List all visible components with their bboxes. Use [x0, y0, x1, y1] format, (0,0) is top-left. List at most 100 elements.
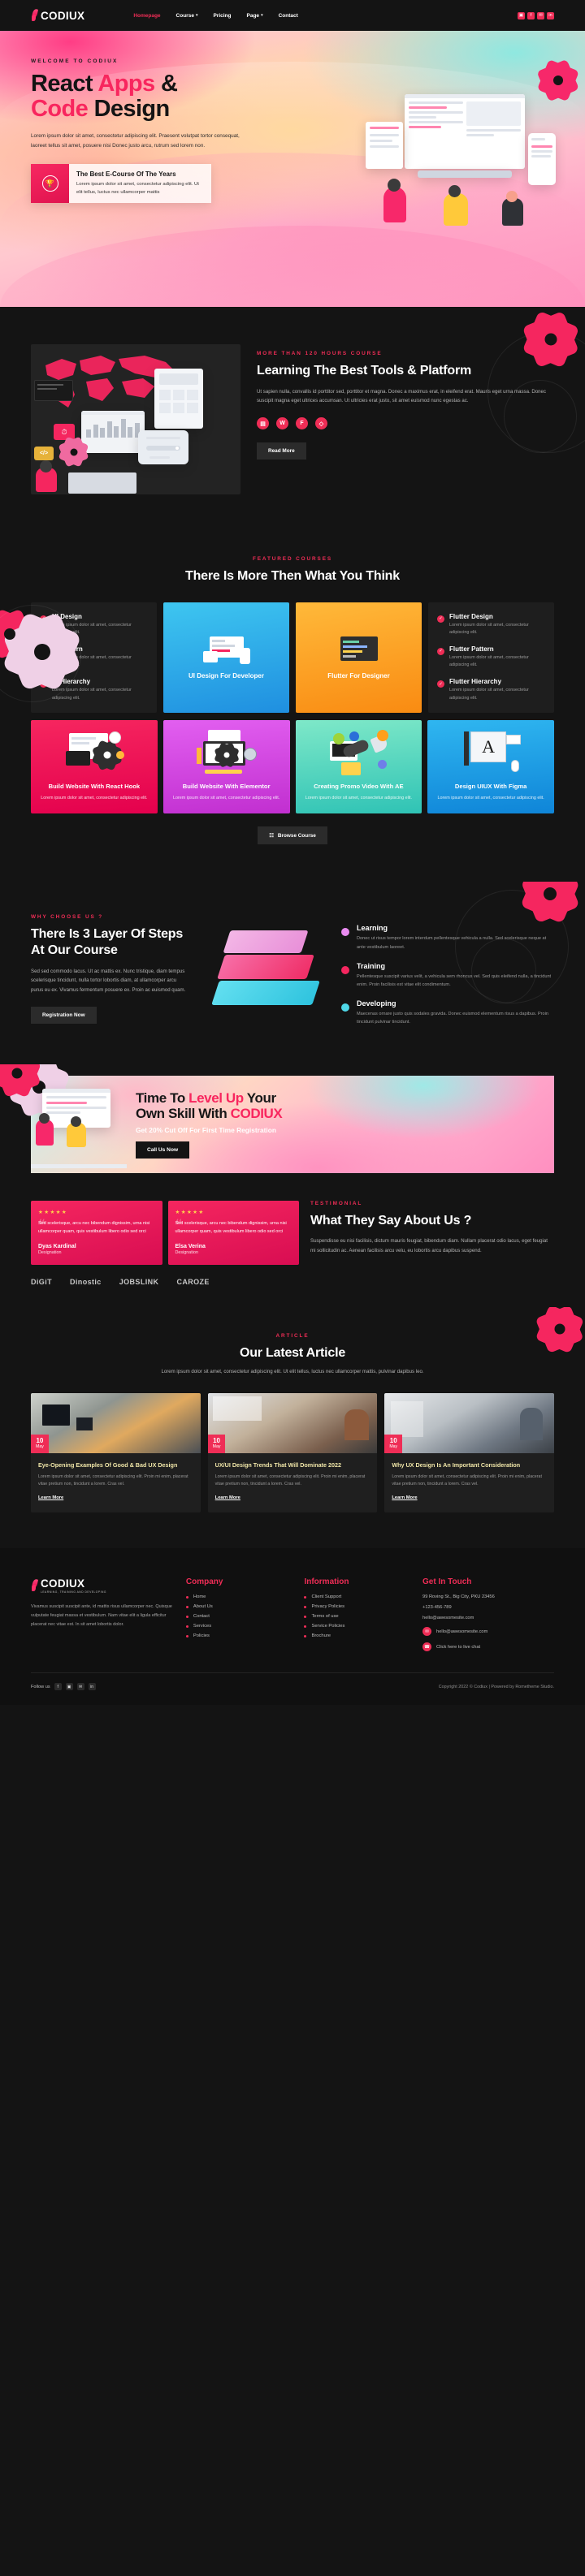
course-title: Flutter Pattern — [449, 645, 494, 653]
linkedin-icon[interactable]: in — [88, 1683, 96, 1691]
layers-illustration — [205, 927, 327, 1033]
footer-link-label: Client Support — [311, 1594, 342, 1600]
footer-contact: Get In Touch 99 Roving St., Big City, PK… — [422, 1577, 554, 1652]
learning-illustration: ⏱ </> — [31, 344, 240, 494]
article-month: May — [212, 1443, 221, 1449]
facebook-icon[interactable]: f — [54, 1683, 62, 1691]
footer-link-policies[interactable]: Policies — [185, 1633, 292, 1638]
course-card[interactable]: Build Website With Elementor Lorem ipsum… — [162, 720, 290, 814]
card-illustration — [64, 730, 124, 775]
cta-line2b: CODIUX — [230, 1106, 283, 1122]
learn-more-link[interactable]: Learn More — [392, 1495, 417, 1500]
why-text: WHY CHOOSE US ? There Is 3 Layer Of Step… — [31, 914, 190, 1025]
footer-logo[interactable]: CODIUX LEARNING, TRAINING AND DEVELOPING — [31, 1577, 173, 1594]
footer-email-link[interactable]: ✉ hello@awesomesite.com — [422, 1627, 554, 1637]
footer-phone: +123-456-789 — [422, 1605, 452, 1611]
nav-item-page[interactable]: Page ▾ — [247, 13, 263, 19]
article-month: May — [36, 1443, 44, 1449]
footer-address: 99 Roving St., Big City, PKU 23456 — [422, 1594, 495, 1600]
twitter-icon[interactable]: ✉ — [537, 11, 544, 19]
footer-link-terms[interactable]: Terms of use — [304, 1614, 410, 1619]
footer-link-client-support[interactable]: Client Support — [304, 1594, 410, 1599]
nav-item-contact[interactable]: Contact — [279, 13, 298, 19]
learn-more-link[interactable]: Learn More — [215, 1495, 240, 1500]
footer-link-services[interactable]: Services — [185, 1624, 292, 1629]
bullet-icon — [304, 1605, 307, 1608]
cta-subtitle: Get 20% Cut Off For First Time Registrat… — [136, 1125, 276, 1134]
footer-bottom: Follow us f ▣ ✉ in Copyright 2022 © Codi… — [31, 1672, 554, 1691]
footer-chat-link[interactable]: ☎ Click here to live chat — [422, 1642, 554, 1652]
browse-course-button[interactable]: ☷ Browse Course — [258, 826, 327, 845]
featured-section: FEATURED COURSES There Is More Then What… — [0, 532, 585, 882]
registration-button[interactable]: Registration Now — [31, 1007, 97, 1025]
footer-link-privacy[interactable]: Privacy Policies — [304, 1604, 410, 1609]
course-card[interactable]: Creating Promo Video With AE Lorem ipsum… — [295, 720, 422, 814]
card-illustration — [328, 730, 390, 776]
figma-icon[interactable]: F — [296, 417, 308, 430]
footer-link-label: Privacy Policies — [311, 1604, 345, 1610]
instagram-icon[interactable]: ▣ — [518, 11, 525, 19]
read-more-button[interactable]: Read More — [257, 442, 306, 460]
footer-link-contact[interactable]: Contact — [185, 1614, 292, 1619]
article-text: Lorem ipsum dolor sit amet, consectetur … — [38, 1474, 188, 1487]
wordpress-icon[interactable]: W — [276, 417, 288, 430]
course-card[interactable]: A Design UIUX With Figma Lorem ipsum dol… — [427, 720, 554, 814]
flame-icon — [31, 9, 38, 22]
gear-icon — [535, 323, 567, 356]
article-card[interactable]: 10 May Why UX Design Is An Important Con… — [384, 1393, 554, 1513]
chart-card — [81, 411, 145, 453]
footer-link-service-policies[interactable]: Service Policies — [304, 1624, 410, 1629]
call-us-now-button[interactable]: Call Us Now — [136, 1141, 190, 1159]
footer-link-home[interactable]: Home — [185, 1594, 292, 1599]
bullet-icon — [185, 1605, 188, 1608]
testimonial-title: What They Say About Us ? — [310, 1213, 472, 1228]
facebook-icon[interactable]: f — [527, 11, 535, 19]
brand-logos: DiGiT Dinostic JOBSLINK CAROZE — [31, 1278, 554, 1286]
article-card[interactable]: 10 May UX/UI Design Trends That Will Dom… — [207, 1393, 378, 1513]
twitter-icon[interactable]: ✉ — [76, 1683, 84, 1691]
why-title: There Is 3 Layer Of Steps At Our Course — [31, 927, 184, 957]
card-text: Lorem ipsum dolor sit amet, consectetur … — [41, 796, 148, 801]
article-card[interactable]: 10 May Eye-Opening Examples Of Good & Ba… — [31, 1393, 201, 1513]
footer-link-label: Services — [193, 1624, 212, 1629]
card-title: Build Website With Elementor — [182, 783, 271, 791]
nav-item-pricing[interactable]: Pricing — [213, 13, 231, 19]
brand-logo: JOBSLINK — [119, 1277, 159, 1286]
elementor-icon[interactable]: ▤ — [257, 417, 269, 430]
hero-paragraph: Lorem ipsum dolor sit amet, consectetur … — [31, 133, 240, 149]
course-card[interactable]: Build Website With React Hook Lorem ipsu… — [31, 720, 158, 814]
copyright-text: Copyright 2022 © Codiux | Powered by Rom… — [438, 1684, 554, 1689]
footer-link-brochure[interactable]: Brochure — [304, 1633, 410, 1638]
article-date-badge: 10 May — [31, 1434, 49, 1454]
course-title: Flutter Hierarchy — [449, 678, 502, 686]
articles-section: ARTICLE Our Latest Article Lorem ipsum d… — [0, 1306, 585, 1549]
why-paragraph: Sed sed commodo lacus. Ut ac mattis ex. … — [31, 968, 186, 994]
hero-card-body: The Best E-Course Of The Years Lorem ips… — [69, 163, 211, 204]
course-list-flutter: ✓ Flutter Design Lorem ipsum dolor sit am… — [428, 602, 554, 714]
nav-label: Contact — [278, 12, 298, 19]
footer-chat-link-label: Click here to live chat — [436, 1644, 481, 1650]
promo-card-ui-design[interactable]: UI Design For Developer — [163, 602, 289, 714]
site-logo[interactable]: CODIUX — [31, 9, 84, 22]
hero-eyebrow: WELCOME TO CODIUX — [31, 58, 119, 64]
layer-top — [223, 930, 309, 954]
step-dot-icon — [341, 928, 349, 937]
gear-icon — [533, 882, 567, 912]
list-item[interactable]: ✓ Flutter Hierarchy Lorem ipsum dolor sit… — [437, 678, 545, 702]
footer-company-heading: Company — [185, 1577, 223, 1587]
promo-card-flutter[interactable]: Flutter For Designer — [296, 602, 422, 714]
footer-link-about[interactable]: About Us — [185, 1604, 292, 1609]
nav-item-course[interactable]: Course ▾ — [176, 13, 198, 19]
linkedin-icon[interactable]: in — [547, 11, 554, 19]
hero-title-line2a: Code — [31, 96, 94, 123]
learn-more-link[interactable]: Learn More — [38, 1495, 63, 1500]
nav-item-homepage[interactable]: Homepage — [133, 13, 160, 19]
brand-logo: Dinostic — [70, 1277, 102, 1286]
sketch-icon[interactable]: ◇ — [315, 417, 327, 430]
list-item[interactable]: ✓ Flutter Design Lorem ipsum dolor sit am… — [437, 613, 545, 637]
list-item[interactable]: ✓ Flutter Pattern Lorem ipsum dolor sit a… — [437, 645, 545, 670]
bullet-icon — [185, 1625, 188, 1628]
hero-card-icon-box: 🏆 — [31, 163, 69, 204]
step-dot-icon — [341, 965, 349, 974]
instagram-icon[interactable]: ▣ — [65, 1683, 73, 1691]
